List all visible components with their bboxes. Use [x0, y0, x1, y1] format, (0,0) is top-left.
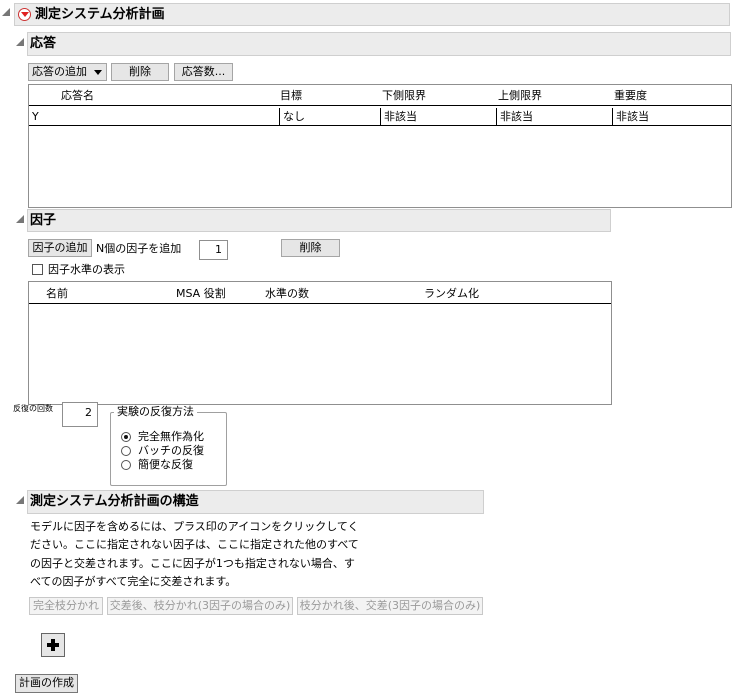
delete-factor-button[interactable]: 削除 — [281, 239, 340, 257]
radio-batch-replication[interactable] — [121, 446, 131, 456]
responses-header[interactable]: 応答 — [27, 32, 731, 56]
structure-description-line: の因子と交差されます。ここに因子が1つも指定されない場合、す — [30, 557, 355, 570]
nested-then-crossed-button[interactable]: 枝分かれ後、交差(3因子の場合のみ) — [297, 597, 483, 615]
importance-cell[interactable]: 非該当 — [612, 108, 731, 126]
fully-nested-button[interactable]: 完全枝分かれ — [29, 597, 103, 615]
column-header-levels[interactable]: 水準の数 — [265, 286, 309, 302]
outline-disclosure-icon[interactable] — [2, 8, 10, 16]
structure-description-line: モデルに因子を含めるには、プラス印のアイコンをクリックしてく — [30, 520, 359, 533]
add-response-dropdown[interactable]: 応答の追加 — [28, 63, 107, 81]
chevron-down-icon — [94, 70, 102, 75]
responses-title: 応答 — [30, 36, 57, 51]
add-factor-button[interactable]: 因子の追加 — [28, 239, 92, 257]
column-header-name[interactable]: 名前 — [46, 286, 68, 302]
response-name-cell[interactable]: Y — [29, 108, 279, 125]
lower-limit-cell[interactable]: 非該当 — [380, 108, 496, 126]
platform-title: 測定システム分析計画 — [35, 7, 165, 22]
number-of-responses-button[interactable]: 応答数... — [174, 63, 233, 81]
show-factor-levels-checkbox[interactable] — [32, 264, 43, 275]
make-design-button[interactable]: 計画の作成 — [15, 674, 78, 693]
structure-title: 測定システム分析計画の構造 — [30, 494, 199, 509]
column-header-randomization[interactable]: ランダム化 — [424, 286, 479, 302]
goal-cell[interactable]: なし — [279, 108, 380, 126]
replicates-input[interactable]: 2 — [62, 402, 98, 427]
header-divider — [29, 105, 731, 106]
option-complete-randomization-label: 完全無作為化 — [138, 430, 204, 443]
structure-header[interactable]: 測定システム分析計画の構造 — [27, 490, 484, 514]
radio-simple-replication[interactable] — [121, 460, 131, 470]
n-factors-input[interactable]: 1 — [199, 240, 228, 260]
column-header-response-name[interactable]: 応答名 — [61, 88, 94, 104]
show-factor-levels-label: 因子水準の表示 — [48, 263, 125, 276]
upper-limit-cell[interactable]: 非該当 — [496, 108, 612, 126]
column-header-lower-limit[interactable]: 下側限界 — [382, 88, 426, 104]
column-header-msa-role[interactable]: MSA 役割 — [176, 286, 226, 302]
add-plus-button[interactable] — [41, 633, 65, 657]
structure-disclosure-icon[interactable] — [16, 496, 24, 504]
option-simple-replication-label: 簡便な反復 — [138, 458, 193, 471]
factors-disclosure-icon[interactable] — [16, 215, 24, 223]
add-response-label: 応答の追加 — [32, 65, 87, 78]
table-row[interactable]: Y なし 非該当 非該当 非該当 — [29, 107, 731, 126]
column-header-upper-limit[interactable]: 上側限界 — [498, 88, 542, 104]
option-batch-replication-label: バッチの反復 — [138, 444, 204, 457]
plus-icon — [47, 639, 59, 651]
delete-response-button[interactable]: 削除 — [111, 63, 169, 81]
replicates-label: 反復の回数 — [13, 404, 53, 413]
column-header-goal[interactable]: 目標 — [280, 88, 302, 104]
structure-description-line: べての因子がすべて完全に交差されます。 — [30, 575, 237, 588]
responses-table: 応答名 目標 下側限界 上側限界 重要度 Y なし 非該当 非該当 非該当 — [28, 84, 732, 208]
column-header-importance[interactable]: 重要度 — [614, 88, 647, 104]
responses-disclosure-icon[interactable] — [16, 38, 24, 46]
factors-table: 名前 MSA 役割 水準の数 ランダム化 — [28, 281, 612, 405]
header-divider — [29, 303, 611, 304]
replication-method-legend: 実験の反復方法 — [114, 405, 197, 419]
crossed-then-nested-button[interactable]: 交差後、枝分かれ(3因子の場合のみ) — [107, 597, 293, 615]
add-n-factors-label: N個の因子を追加 — [96, 242, 182, 255]
structure-description-line: ださい。ここに指定されない因子は、ここに指定された他のすべて — [30, 538, 359, 551]
platform-title-bar: 測定システム分析計画 — [14, 3, 730, 26]
factors-title: 因子 — [30, 213, 57, 228]
radio-complete-randomization[interactable] — [121, 432, 131, 442]
red-triangle-menu-icon[interactable] — [18, 8, 31, 21]
factors-header[interactable]: 因子 — [27, 209, 611, 232]
